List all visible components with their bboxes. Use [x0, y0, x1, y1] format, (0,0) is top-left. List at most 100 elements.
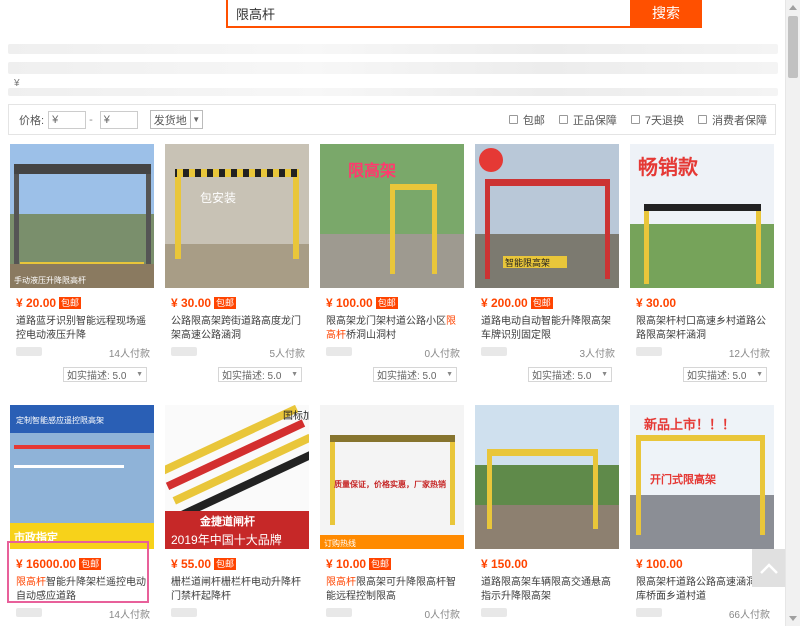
product-price: ¥ 10.00 包邮: [326, 557, 392, 571]
rating-select[interactable]: 如实描述: 5.0 ▼: [683, 367, 767, 382]
back-to-top-button[interactable]: [752, 549, 786, 587]
checkbox-label: 正品保障: [572, 114, 617, 127]
checkbox-consumer-protection[interactable]: 消费者保障: [698, 112, 767, 128]
product-price: ¥ 100.00 包邮: [326, 296, 398, 310]
product-price: ¥ 100.00: [636, 557, 683, 571]
product-card[interactable]: 包安装 ¥ 30.00 包邮 公路限高架跨街道路高度龙门架高速公路涵洞 5人付款 如实描述…: [163, 142, 309, 388]
chevron-down-icon: ▼: [756, 371, 763, 378]
product-image[interactable]: 金捷道闸杆 2019年中国十大品牌 国标加厚: [165, 405, 309, 549]
product-title-link[interactable]: 公路限高架跨街道路高度龙门架高速公路涵洞: [171, 315, 305, 343]
product-card[interactable]: 金捷道闸杆 2019年中国十大品牌 国标加厚 ¥ 55.00包邮栅栏道闸杆栅栏杆电动升…: [163, 403, 309, 626]
product-title-link[interactable]: 限高架杆村口高速乡村道路公路限高架杆涵洞: [636, 315, 770, 343]
rating-select[interactable]: 如实描述: 5.0 ▼: [528, 367, 612, 382]
chevron-down-icon: ▼: [136, 371, 143, 378]
product-title-link[interactable]: 限高杆限高架可升降限高杆智能远程控制限高: [326, 576, 460, 604]
svg-text:国标加厚: 国标加厚: [283, 410, 309, 422]
blurred-shop-name: [481, 608, 507, 617]
ship-from-select[interactable]: 发货地 ▼: [149, 110, 203, 129]
svg-text:2019年中国十大品牌: 2019年中国十大品牌: [171, 532, 282, 547]
free-shipping-badge: 包邮: [59, 297, 82, 309]
svg-text:订购热线: 订购热线: [324, 538, 356, 548]
product-image[interactable]: 质量保证，价格实惠，厂家热销订购热线: [320, 405, 464, 549]
blurred-banner: [8, 44, 778, 54]
blurred-banner: [8, 88, 778, 96]
checkbox-icon: [558, 115, 568, 124]
product-card[interactable]: 限高架 ¥ 100.00 包邮限高架龙门架村道公路小区限高杆桥洞山洞村 0人付款如实描…: [318, 142, 464, 388]
blurred-shop-name: [16, 347, 42, 356]
free-shipping-badge: 包邮: [530, 297, 553, 309]
product-image[interactable]: 畅销款: [630, 144, 774, 288]
price-dash: -: [89, 113, 93, 126]
blurred-shop-name: [16, 608, 42, 617]
blurred-shop-name: [326, 608, 352, 617]
product-card[interactable]: 智能限高架 ¥ 200.00 包邮道路电动自动智能升降限高架车牌识别固定限 3人付款如…: [473, 142, 619, 388]
product-card[interactable]: ¥ 150.00 道路限高架车辆限高交通悬高指示升降限高架: [473, 403, 619, 626]
product-price: ¥ 30.00 包邮: [171, 296, 237, 310]
product-card[interactable]: 手动液压升降限高杆 ¥ 20.00 包邮道路蓝牙识别智能远程现场遥控电动液压升降 14…: [8, 142, 154, 388]
product-price: ¥ 55.00 包邮: [171, 557, 237, 571]
product-image[interactable]: [475, 405, 619, 549]
product-title-link[interactable]: 栅栏道闸杆栅栏杆电动升降杆门禁杆起降杆: [171, 576, 305, 604]
product-title-link[interactable]: 道路电动自动智能升降限高架车牌识别固定限: [481, 315, 615, 343]
selection-highlight-box: [7, 541, 149, 603]
scroll-up-icon[interactable]: [789, 5, 797, 10]
arrow-up-icon: [760, 563, 778, 574]
filter-checkboxes: 包邮 正品保障 7天退换 消费者保障: [495, 112, 775, 128]
blurred-shop-name: [636, 347, 662, 356]
rating-select[interactable]: 如实描述: 5.0 ▼: [63, 367, 147, 382]
filter-bar: 价格: ¥ - ¥ 发货地 ▼ 包邮 正品保障 7天退换 消费者保障: [8, 104, 776, 135]
buyers-count: 14人付款: [108, 349, 150, 360]
checkbox-label: 7天退换: [644, 114, 684, 127]
buyers-count: 66人付款: [728, 610, 770, 621]
checkbox-label: 消费者保障: [712, 114, 767, 127]
checkbox-free-shipping[interactable]: 包邮: [508, 112, 545, 128]
product-image[interactable]: 限高架: [320, 144, 464, 288]
product-image[interactable]: 手动液压升降限高杆: [10, 144, 154, 288]
product-title-link[interactable]: 道路蓝牙识别智能远程现场遥控电动液压升降: [16, 315, 150, 343]
svg-text:质量保证，价格实惠，厂家热销: 质量保证，价格实惠，厂家热销: [334, 479, 446, 489]
product-image[interactable]: 智能限高架: [475, 144, 619, 288]
search-button[interactable]: 搜索: [630, 0, 702, 27]
checkbox-genuine[interactable]: 正品保障: [558, 112, 617, 128]
free-shipping-badge: 包邮: [369, 558, 392, 570]
buyers-count: 12人付款: [728, 349, 770, 360]
chevron-down-icon: ▼: [291, 371, 298, 378]
svg-text:金捷道闸杆: 金捷道闸杆: [199, 514, 255, 528]
product-image[interactable]: 新品上市！！！ 开门式限高架: [630, 405, 774, 549]
product-card[interactable]: 质量保证，价格实惠，厂家热销订购热线 ¥ 10.00 包邮限高杆限高架可升降限高杆智…: [318, 403, 464, 626]
checkbox-7day-return[interactable]: 7天退换: [630, 112, 684, 128]
product-price: ¥ 200.00 包邮: [481, 296, 553, 310]
svg-text:手动液压升降限高杆: 手动液压升降限高杆: [14, 275, 86, 285]
chevron-down-icon: ▼: [601, 371, 608, 378]
product-title-link[interactable]: 道路限高架车辆限高交通悬高指示升降限高架: [481, 576, 615, 604]
ship-from-label: 发货地: [153, 114, 187, 127]
buyers-count: 14人付款: [108, 610, 150, 621]
product-title-link[interactable]: 限高架杆道路公路高速涵洞车库桥面乡道村道: [636, 576, 770, 604]
svg-text:包安装: 包安装: [200, 190, 236, 205]
max-price-input[interactable]: ¥: [99, 110, 138, 129]
rating-select[interactable]: 如实描述: 5.0 ▼: [218, 367, 302, 382]
buyers-count: 3人付款: [579, 349, 615, 360]
search-bar: 搜索: [226, 0, 702, 28]
product-image[interactable]: 包安装: [165, 144, 309, 288]
product-card[interactable]: 畅销款 ¥ 30.00 限高架杆村口高速乡村道路公路限高架杆涵洞 12人付款 如实描述:…: [628, 142, 774, 388]
buyers-count: 0人付款: [424, 349, 460, 360]
free-shipping-badge: 包邮: [375, 297, 398, 309]
price-label: 价格:: [19, 114, 45, 127]
scroll-thumb[interactable]: [788, 16, 798, 78]
svg-text:智能限高架: 智能限高架: [505, 257, 550, 268]
product-card[interactable]: 新品上市！！！ 开门式限高架 ¥ 100.00 限高架杆道路公路高速涵洞车库桥面乡道村…: [628, 403, 774, 626]
blurred-shop-name: [171, 347, 197, 356]
checkbox-icon: [630, 115, 640, 124]
product-price: ¥ 20.00 包邮: [16, 296, 82, 310]
scrollbar[interactable]: [785, 0, 800, 626]
scroll-down-icon[interactable]: [789, 616, 797, 621]
min-price-input[interactable]: ¥: [48, 110, 87, 129]
blurred-shop-name: [481, 347, 507, 356]
product-title-link[interactable]: 限高架龙门架村道公路小区限高杆桥洞山洞村: [326, 315, 460, 343]
blurred-banner: [8, 62, 778, 74]
checkbox-icon: [508, 115, 518, 124]
blurred-shop-name: [171, 608, 197, 617]
rating-select[interactable]: 如实描述: 5.0 ▼: [373, 367, 457, 382]
search-input[interactable]: [228, 0, 630, 26]
